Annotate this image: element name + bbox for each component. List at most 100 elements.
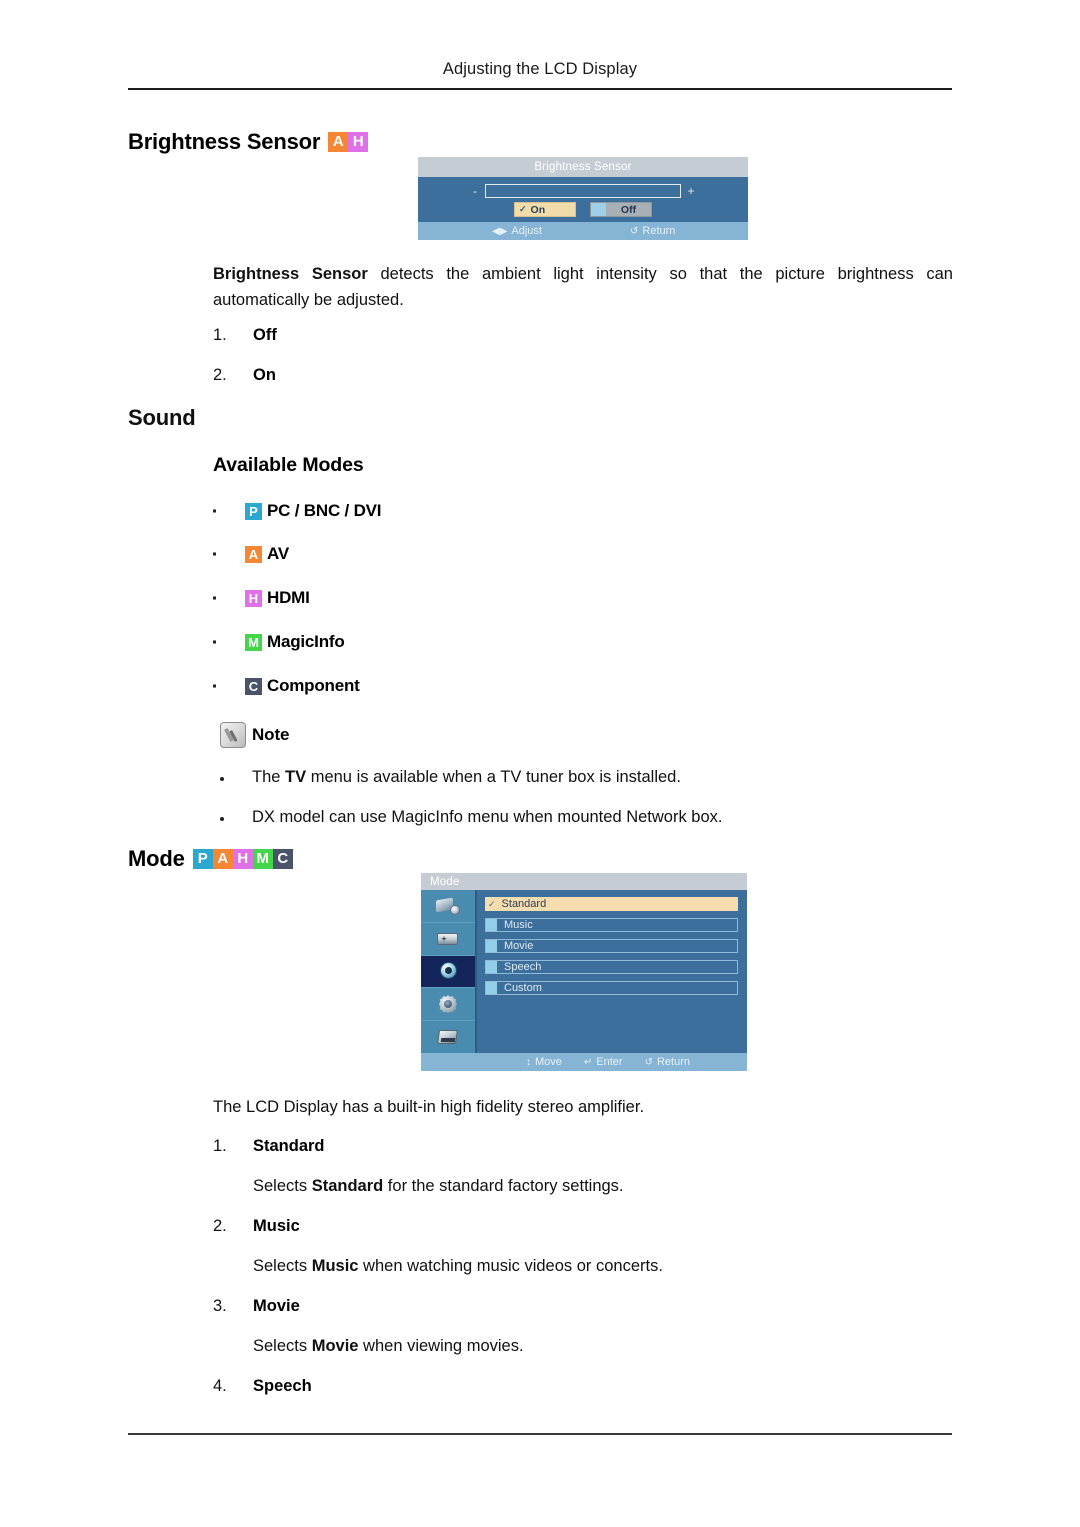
mode-item-3-desc-bold: Movie xyxy=(311,1337,359,1355)
mode-bullet-component: C Component xyxy=(213,676,360,696)
heading-mode: Mode P A H M C xyxy=(128,846,293,872)
brightness-slider[interactable] xyxy=(485,184,681,198)
heading-brightness-sensor-badges: A H xyxy=(328,132,369,152)
sound-icon xyxy=(435,961,461,981)
badge-magicinfo: M xyxy=(245,633,262,651)
osd-brightness-title: Brightness Sensor xyxy=(418,157,748,177)
increase-icon[interactable]: + xyxy=(681,185,701,197)
heading-brightness-sensor-label: Brightness Sensor xyxy=(128,129,321,154)
osd-mode-item-speech[interactable]: Speech xyxy=(485,960,738,974)
brightness-off-button[interactable]: Off xyxy=(590,202,652,217)
brightness-on-button[interactable]: ✓ On xyxy=(514,202,576,217)
osd-return-label: Return xyxy=(642,225,676,237)
bullet-icon xyxy=(213,684,216,688)
note-bullet-2-text: DX model can use MagicInfo menu when mou… xyxy=(252,808,723,826)
badge-component: C xyxy=(272,849,293,869)
badge-av: A xyxy=(245,545,262,563)
mode-item-2-num: 2. xyxy=(213,1217,227,1235)
picture-icon xyxy=(435,896,461,916)
item-swatch-icon xyxy=(486,961,497,973)
mode-item-1-desc-bold: Standard xyxy=(311,1177,384,1195)
note-bullet-1: The TV menu is available when a TV tuner… xyxy=(220,768,681,787)
osd-mode-item-standard-label: Standard xyxy=(501,898,547,910)
mode-item-2-label: Music xyxy=(253,1217,300,1235)
osd-mode-item-custom-label: Custom xyxy=(504,982,542,994)
mode-item-4-num: 4. xyxy=(213,1377,227,1395)
osd-mode-item-custom[interactable]: Custom xyxy=(485,981,738,995)
item-swatch-icon xyxy=(486,919,497,931)
document-page: Adjusting the LCD Display Brightness Sen… xyxy=(0,0,1080,1527)
mode-item-3-label: Movie xyxy=(253,1297,300,1315)
osd-return-label: Return xyxy=(656,1056,690,1068)
off-swatch-icon xyxy=(591,203,606,216)
bullet-icon xyxy=(213,509,216,513)
brightness-item-2-label: On xyxy=(253,366,276,384)
osd-return-hint: ↺ Return xyxy=(645,1056,690,1068)
osd-enter-label: Enter xyxy=(596,1056,623,1068)
mode-item-1-desc-post: for the standard factory settings. xyxy=(383,1177,624,1195)
badge-hdmi: H xyxy=(245,589,262,607)
osd-brightness-sensor: Brightness Sensor - + ✓ On Off ◀▶ Adjust… xyxy=(418,157,748,240)
heading-available-modes: Available Modes xyxy=(213,454,364,476)
osd-adjust-hint: ◀▶ Adjust xyxy=(492,225,542,237)
brightness-on-label: On xyxy=(530,203,546,216)
heading-sound: Sound xyxy=(128,405,196,430)
mode-bullet-hdmi: H HDMI xyxy=(213,588,310,608)
bullet-icon xyxy=(220,817,224,821)
item-swatch-icon xyxy=(486,940,497,952)
adjust-arrows-icon: ◀▶ xyxy=(492,225,508,237)
mode-item-2-desc-post: when watching music videos or concerts. xyxy=(358,1257,663,1275)
osd-mode: Mode ✓ Standard Music Movie Speech Custo… xyxy=(421,873,747,1071)
bullet-icon xyxy=(213,596,216,600)
mode-bullet-hdmi-label: HDMI xyxy=(267,588,310,607)
osd-mode-item-music[interactable]: Music xyxy=(485,918,738,932)
osd-enter-hint: ↵ Enter xyxy=(584,1056,623,1068)
osd-mode-item-movie[interactable]: Movie xyxy=(485,939,738,953)
mode-bullet-av: A AV xyxy=(213,544,289,564)
multi-control-icon xyxy=(435,1027,461,1047)
osd-brightness-body: - + ✓ On Off xyxy=(418,177,748,222)
brightness-off-label: Off xyxy=(620,203,637,216)
brightness-item-1-label: Off xyxy=(253,326,277,344)
return-arrow-icon: ↺ xyxy=(630,225,639,237)
heading-brightness-sensor: Brightness Sensor A H xyxy=(128,129,369,155)
mode-item-3-desc-pre: Selects xyxy=(253,1337,312,1355)
osd-mode-item-standard[interactable]: ✓ Standard xyxy=(485,897,738,911)
note-bullet-1-bold: TV xyxy=(285,768,307,786)
sidebar-item-picture[interactable] xyxy=(421,890,475,923)
setup-icon xyxy=(435,994,461,1014)
brightness-description-bold: Brightness Sensor xyxy=(213,265,368,283)
mode-item-1-desc: Selects Standard for the standard factor… xyxy=(253,1177,624,1196)
osd-brightness-slider-row: - + xyxy=(418,184,748,198)
decrease-icon[interactable]: - xyxy=(465,185,485,197)
badge-hdmi: H xyxy=(232,849,253,869)
osd-move-label: Move xyxy=(534,1056,562,1068)
note-heading: Note xyxy=(220,722,289,748)
mode-item-1-desc-pre: Selects xyxy=(253,1177,312,1195)
sidebar-item-setup[interactable] xyxy=(421,988,475,1022)
osd-move-hint: ↕ Move xyxy=(526,1056,562,1068)
mode-item-2-desc: Selects Music when watching music videos… xyxy=(253,1257,663,1276)
heading-mode-label: Mode xyxy=(128,846,185,871)
heading-mode-badges: P A H M C xyxy=(192,849,293,869)
note-label: Note xyxy=(252,725,290,744)
sidebar-item-sound[interactable] xyxy=(421,955,475,989)
osd-mode-main: ✓ Standard Music Movie Speech Custom xyxy=(421,890,747,1053)
osd-brightness-footer: ◀▶ Adjust ↺ Return xyxy=(418,222,748,240)
note-bullet-1-pre: The xyxy=(252,768,286,786)
sidebar-item-multi-control[interactable] xyxy=(421,1021,475,1053)
osd-mode-item-music-label: Music xyxy=(504,919,533,931)
running-head: Adjusting the LCD Display xyxy=(442,60,638,78)
footer-rule xyxy=(128,1433,952,1435)
mode-item-3-desc: Selects Movie when viewing movies. xyxy=(253,1337,524,1356)
osd-mode-title: Mode xyxy=(421,873,747,890)
sidebar-item-screen[interactable] xyxy=(421,922,475,956)
header-rule xyxy=(128,88,952,90)
check-icon: ✓ xyxy=(488,898,496,909)
mode-bullet-pc: P PC / BNC / DVI xyxy=(213,501,382,521)
mode-bullet-av-label: AV xyxy=(267,544,289,563)
badge-hdmi: H xyxy=(348,132,369,152)
mode-item-2-desc-pre: Selects xyxy=(253,1257,312,1275)
mode-item-1-label: Standard xyxy=(253,1137,325,1155)
item-swatch-icon xyxy=(486,982,497,994)
